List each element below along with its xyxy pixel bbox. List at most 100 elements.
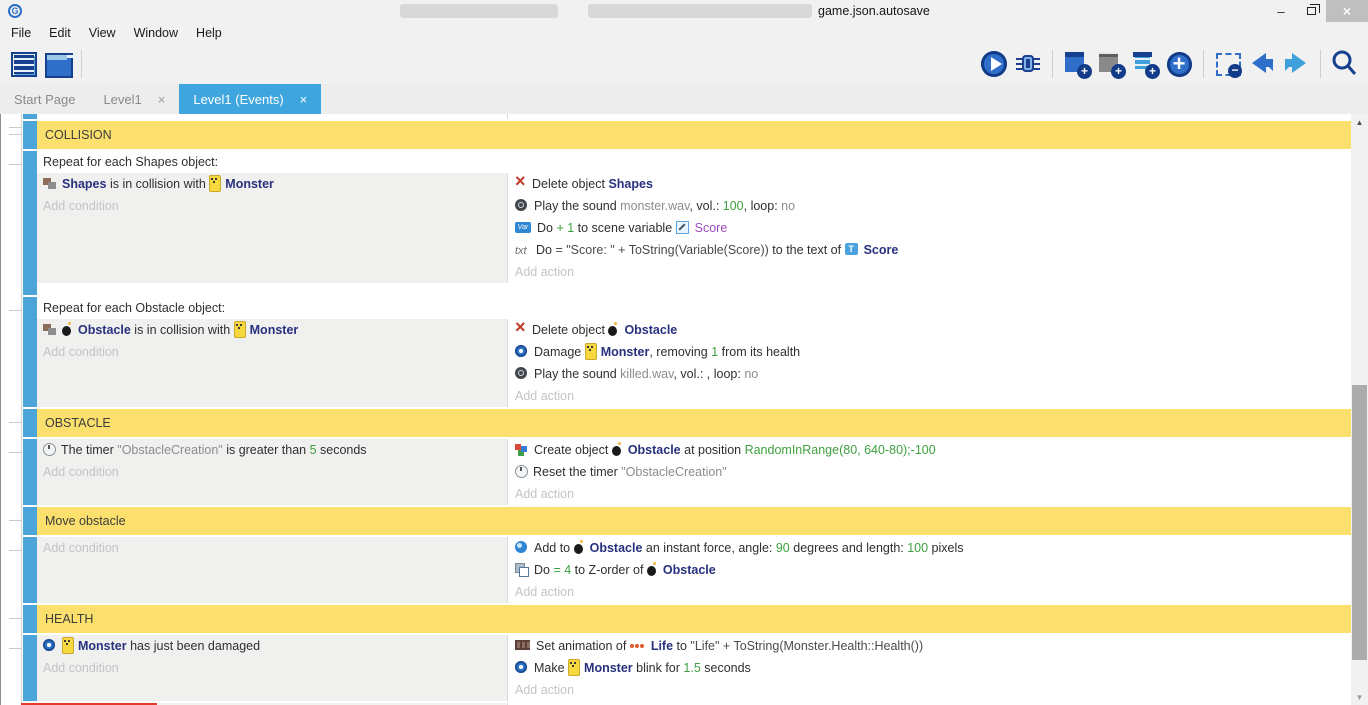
animation-icon xyxy=(515,639,532,652)
tab-start-page[interactable]: Start Page xyxy=(0,84,89,114)
event-handle[interactable] xyxy=(23,114,37,119)
undo-button[interactable] xyxy=(1245,47,1279,81)
action-row[interactable]: Reset the timer "ObstacleCreation" xyxy=(515,461,1351,483)
txt-icon xyxy=(515,243,532,256)
action-row[interactable]: Set animation of Life to "Life" + ToStri… xyxy=(515,635,1351,657)
condition-row[interactable]: Shapes is in collision with Monster xyxy=(43,173,507,195)
life-icon xyxy=(630,639,647,652)
group-handle[interactable] xyxy=(23,121,37,149)
close-button[interactable]: × xyxy=(1326,0,1368,22)
monster-icon xyxy=(568,661,580,674)
action-row[interactable]: Play the sound monster.wav, vol.: 100, l… xyxy=(515,195,1351,217)
tab-label: Level1 xyxy=(103,92,141,107)
add-other-event-button[interactable] xyxy=(1162,47,1196,81)
menu-item-file[interactable]: File xyxy=(2,22,40,44)
menu-item-window[interactable]: Window xyxy=(125,22,187,44)
timer-icon xyxy=(515,465,529,478)
action-row[interactable]: Do + 1 to scene variable Score xyxy=(515,217,1351,239)
add-action-button[interactable]: Add action xyxy=(515,679,1351,701)
redo-button[interactable] xyxy=(1279,47,1313,81)
group-title: OBSTACLE xyxy=(37,409,1351,437)
condition-row[interactable]: Obstacle is in collision with Monster xyxy=(43,319,507,341)
menu-item-edit[interactable]: Edit xyxy=(40,22,80,44)
debugger-icon[interactable] xyxy=(1011,47,1045,81)
action-row[interactable]: Add to Obstacle an instant force, angle:… xyxy=(515,537,1351,559)
event-group-header[interactable]: HEALTH xyxy=(23,605,1351,633)
action-row[interactable]: Make Monster blink for 1.5 seconds xyxy=(515,657,1351,679)
open-events-sheet-icon[interactable] xyxy=(6,47,40,81)
event-handle[interactable] xyxy=(23,297,37,407)
preview-play-button[interactable] xyxy=(977,47,1011,81)
group-handle[interactable] xyxy=(23,605,37,633)
scroll-up-button[interactable]: ▲ xyxy=(1351,114,1368,130)
title-redacted-block xyxy=(400,4,558,18)
scroll-thumb[interactable] xyxy=(1352,385,1367,660)
repeat-event-header[interactable]: Repeat for each Shapes object: xyxy=(37,151,1351,173)
add-subevent-button[interactable]: + xyxy=(1128,47,1162,81)
group-handle[interactable] xyxy=(23,507,37,535)
action-row[interactable]: Play the sound killed.wav, vol.: , loop:… xyxy=(515,363,1351,385)
add-condition-button[interactable]: Add condition xyxy=(43,461,507,483)
toolbar-separator xyxy=(81,50,82,78)
vertical-scrollbar[interactable]: ▲ ▼ xyxy=(1351,114,1368,705)
monster-icon xyxy=(234,323,246,336)
action-row[interactable]: Delete object Obstacle xyxy=(515,319,1351,341)
add-condition-button[interactable]: Add condition xyxy=(43,341,507,363)
sound-icon xyxy=(515,367,530,380)
action-row[interactable]: Do = "Score: " + ToString(Variable(Score… xyxy=(515,239,1351,261)
event-handle[interactable] xyxy=(23,635,37,701)
title-redacted-block xyxy=(588,4,812,18)
action-row[interactable]: Delete object Shapes xyxy=(515,173,1351,195)
add-condition-button[interactable]: Add condition xyxy=(43,657,507,679)
restore-button[interactable] xyxy=(1296,0,1326,22)
textobj-icon xyxy=(845,243,860,256)
add-condition-button[interactable]: Add condition xyxy=(43,537,507,559)
monster-icon xyxy=(585,345,597,358)
group-title: COLLISION xyxy=(37,121,1351,149)
repeat-event-header[interactable]: Repeat for each Obstacle object: xyxy=(37,297,1351,319)
event-group-header[interactable]: COLLISION xyxy=(23,121,1351,149)
sound-icon xyxy=(515,199,530,212)
group-title: Move obstacle xyxy=(37,507,1351,535)
create-icon xyxy=(515,443,530,456)
event-group-header[interactable]: OBSTACLE xyxy=(23,409,1351,437)
event-group-header[interactable]: Move obstacle xyxy=(23,507,1351,535)
event-handle[interactable] xyxy=(23,439,37,505)
event-handle[interactable] xyxy=(23,151,37,295)
menu-item-view[interactable]: View xyxy=(80,22,125,44)
menubar: File Edit View Window Help xyxy=(0,22,1368,44)
add-action-button[interactable]: Add action xyxy=(515,483,1351,505)
add-event-button[interactable]: + xyxy=(1060,47,1094,81)
add-action-button[interactable]: Add action xyxy=(515,581,1351,603)
restore-icon xyxy=(1307,7,1316,15)
delete-event-button[interactable]: − xyxy=(1211,47,1245,81)
tab-level1-events[interactable]: Level1 (Events) × xyxy=(179,84,321,114)
collision-icon xyxy=(43,323,58,336)
scroll-down-button[interactable]: ▼ xyxy=(1351,689,1368,705)
open-scene-editor-icon[interactable] xyxy=(40,47,74,81)
add-action-button[interactable]: Add action xyxy=(515,385,1351,407)
condition-row[interactable]: The timer "ObstacleCreation" is greater … xyxy=(43,439,507,461)
gdevelop-logo-icon: G xyxy=(8,4,22,18)
event-handle[interactable] xyxy=(23,537,37,603)
bomb-icon xyxy=(612,443,624,456)
add-condition-button[interactable]: Add condition xyxy=(43,195,507,217)
gear-icon xyxy=(515,661,530,674)
toolbar-separator xyxy=(1203,50,1204,78)
action-row[interactable]: Damage Monster, removing 1 from its heal… xyxy=(515,341,1351,363)
add-comment-button[interactable]: + xyxy=(1094,47,1128,81)
event: The timer "ObstacleCreation" is greater … xyxy=(23,439,1351,505)
condition-row[interactable]: Monster has just been damaged xyxy=(43,635,507,657)
tab-level1[interactable]: Level1 × xyxy=(89,84,179,114)
search-icon[interactable] xyxy=(1328,47,1362,81)
scenevar-icon xyxy=(676,221,691,234)
tab-close-icon[interactable]: × xyxy=(300,92,308,107)
tab-label: Level1 (Events) xyxy=(193,92,283,107)
add-action-button[interactable]: Add action xyxy=(515,261,1351,283)
minimize-button[interactable]: – xyxy=(1266,0,1296,22)
tab-close-icon[interactable]: × xyxy=(158,92,166,107)
action-row[interactable]: Do = 4 to Z-order of Obstacle xyxy=(515,559,1351,581)
action-row[interactable]: Create object Obstacle at position Rando… xyxy=(515,439,1351,461)
group-handle[interactable] xyxy=(23,409,37,437)
menu-item-help[interactable]: Help xyxy=(187,22,231,44)
